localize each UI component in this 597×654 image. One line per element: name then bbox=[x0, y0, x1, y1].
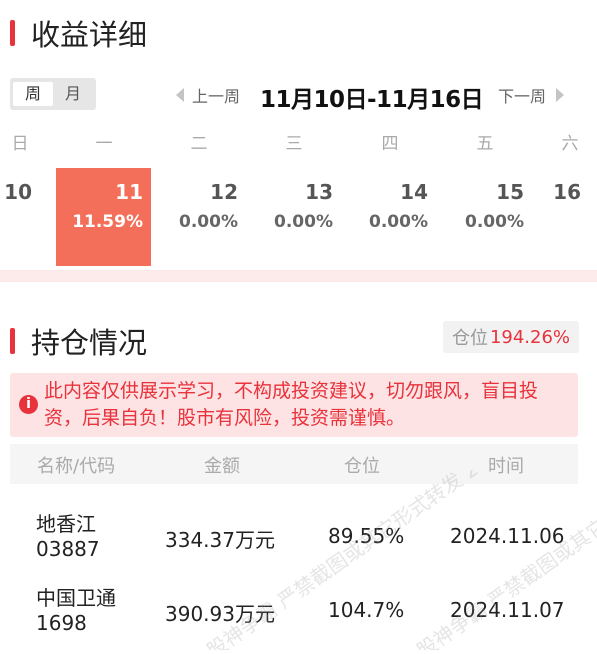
day-cell-10[interactable]: 10 bbox=[0, 168, 40, 266]
weekday-mon: 一 bbox=[95, 134, 113, 154]
stock-amount: 390.93万元 bbox=[165, 602, 275, 626]
stock-position: 104.7% bbox=[328, 598, 405, 622]
position-label: 仓位 bbox=[451, 328, 488, 349]
stock-name-code: 中国卫通 1698 bbox=[36, 586, 116, 636]
position-badge: 仓位 194.26% bbox=[443, 321, 579, 353]
weekday-sun: 日 bbox=[11, 134, 29, 154]
next-week-label: 下一周 bbox=[498, 87, 547, 106]
stock-name-code: 地香江 03887 bbox=[36, 512, 100, 562]
period-toggle[interactable]: 周 月 bbox=[10, 78, 96, 110]
stock-name: 地香江 bbox=[36, 512, 96, 536]
stock-code: 1698 bbox=[36, 611, 87, 635]
weekday-thu: 四 bbox=[381, 134, 399, 154]
day-return: 0.00% bbox=[369, 212, 428, 232]
earnings-section-title: 收益详细 bbox=[0, 12, 147, 54]
section-accent-bar bbox=[10, 328, 15, 354]
position-value: 194.26% bbox=[489, 326, 571, 348]
day-cell-11[interactable]: 11 11.59% bbox=[56, 168, 151, 266]
day-cell-12[interactable]: 12 0.00% bbox=[151, 168, 246, 266]
header-time: 时间 bbox=[488, 456, 524, 477]
toggle-month[interactable]: 月 bbox=[53, 82, 93, 106]
day-cell-13[interactable]: 13 0.00% bbox=[246, 168, 341, 266]
chevron-left-icon bbox=[176, 88, 184, 102]
stock-time: 2024.11.06 bbox=[450, 524, 565, 548]
info-icon: i bbox=[19, 395, 38, 414]
table-row[interactable]: 中国卫通 1698 390.93万元 104.7% 2024.11.07 bbox=[10, 572, 578, 642]
day-number: 10 bbox=[4, 180, 32, 204]
prev-week-label: 上一周 bbox=[192, 87, 241, 106]
stock-amount: 334.37万元 bbox=[165, 528, 275, 552]
table-row[interactable]: 地香江 03887 334.37万元 89.55% 2024.11.06 bbox=[10, 498, 578, 568]
weekday-tue: 二 bbox=[190, 134, 208, 154]
risk-warning: i 此内容仅供展示学习，不构成投资建议，切勿跟风，盲目投资，后果自负！股市有风险… bbox=[10, 373, 578, 437]
day-cell-16[interactable]: 16 bbox=[494, 168, 589, 266]
weekday-sat: 六 bbox=[561, 134, 579, 154]
day-number: 14 bbox=[400, 180, 428, 204]
day-number: 16 bbox=[553, 180, 581, 204]
day-return: 0.00% bbox=[179, 212, 238, 232]
header-amount: 金额 bbox=[204, 456, 240, 477]
stock-code: 03887 bbox=[36, 537, 100, 561]
header-name-code: 名称/代码 bbox=[37, 456, 116, 477]
weekday-wed: 三 bbox=[285, 134, 303, 154]
holdings-section-title: 持仓情况 bbox=[0, 320, 147, 362]
header-position: 仓位 bbox=[344, 456, 380, 477]
day-number: 12 bbox=[210, 180, 238, 204]
toggle-week[interactable]: 周 bbox=[13, 82, 53, 106]
day-number: 13 bbox=[305, 180, 333, 204]
day-return: 0.00% bbox=[274, 212, 333, 232]
chevron-right-icon bbox=[556, 88, 565, 102]
stock-position: 89.55% bbox=[328, 524, 405, 548]
holdings-title-text: 持仓情况 bbox=[31, 326, 148, 360]
section-divider bbox=[0, 270, 597, 282]
section-accent-bar bbox=[10, 20, 15, 46]
weekday-fri: 五 bbox=[476, 134, 494, 154]
next-week-button[interactable]: 下一周 bbox=[498, 78, 565, 112]
earnings-title-text: 收益详细 bbox=[31, 18, 148, 52]
risk-warning-text: 此内容仅供展示学习，不构成投资建议，切勿跟风，盲目投资，后果自负！股市有风险，投… bbox=[44, 380, 539, 429]
day-cell-14[interactable]: 14 0.00% bbox=[341, 168, 436, 266]
holdings-table-header: 名称/代码 金额 仓位 时间 bbox=[10, 444, 578, 484]
stock-time: 2024.11.07 bbox=[450, 598, 565, 622]
day-return: 11.59% bbox=[72, 212, 143, 232]
week-range: 11月10日-11月16日 bbox=[260, 87, 484, 113]
prev-week-button[interactable]: 上一周 bbox=[176, 78, 240, 112]
stock-name: 中国卫通 bbox=[36, 586, 116, 610]
day-number: 11 bbox=[115, 180, 143, 204]
